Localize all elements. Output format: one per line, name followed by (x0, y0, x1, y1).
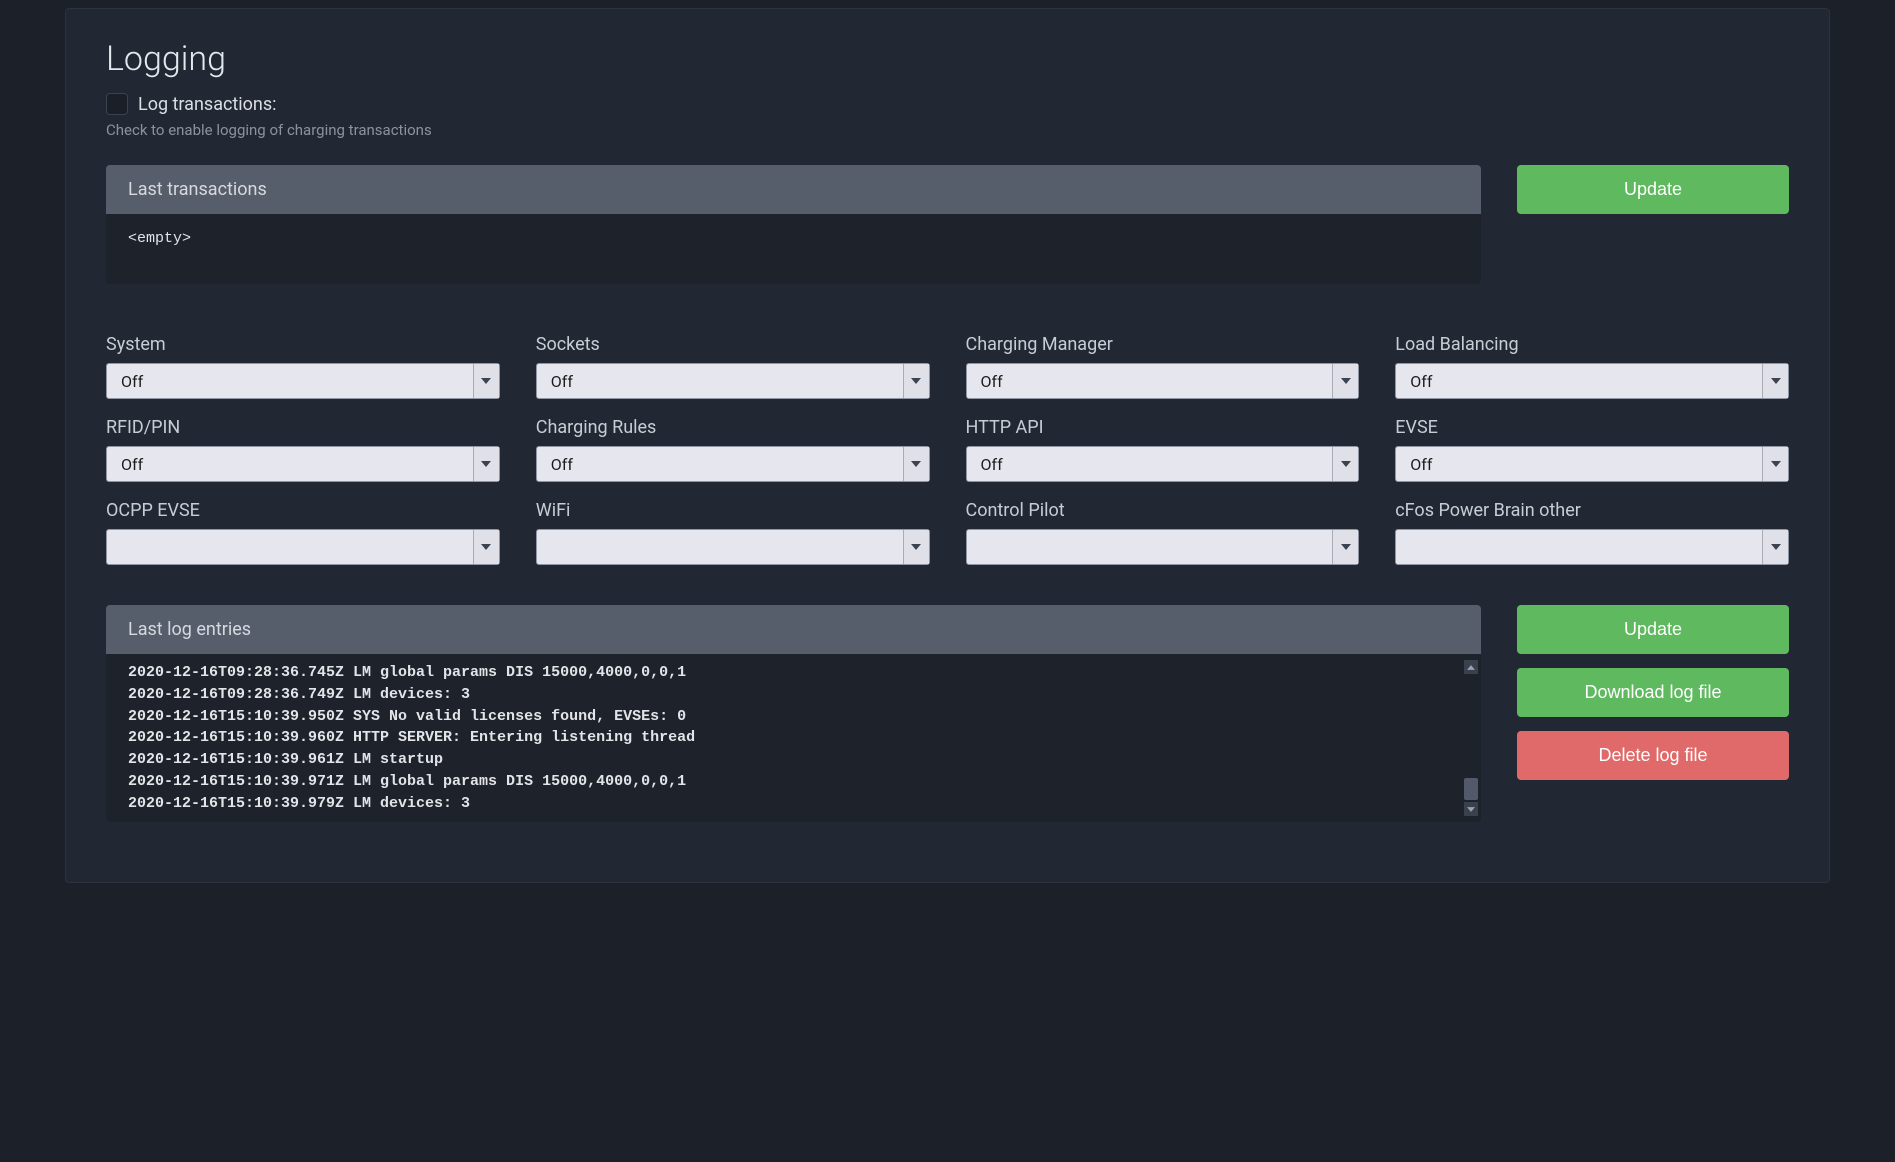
last-log-entries-header: Last log entries (106, 605, 1481, 654)
last-transactions-body: <empty> (106, 214, 1481, 284)
chevron-down-icon (903, 530, 929, 564)
log-transactions-label: Log transactions: (138, 94, 277, 115)
chevron-down-icon (1762, 447, 1788, 481)
logging-panel: Logging Log transactions: Check to enabl… (65, 8, 1830, 883)
select-label: EVSE (1395, 417, 1789, 438)
chevron-down-icon (1762, 364, 1788, 398)
select-dropdown[interactable]: Off (966, 363, 1360, 399)
select-dropdown[interactable] (536, 529, 930, 565)
select-value: Off (967, 372, 1333, 391)
chevron-down-icon (903, 447, 929, 481)
select-label: System (106, 334, 500, 355)
select-block: Sockets Off (536, 334, 930, 399)
chevron-down-icon (473, 364, 499, 398)
log-scrollbar[interactable] (1464, 660, 1478, 816)
select-label: Sockets (536, 334, 930, 355)
last-transactions-card: Last transactions <empty> (106, 165, 1481, 284)
select-label: Load Balancing (1395, 334, 1789, 355)
select-dropdown[interactable]: Off (966, 446, 1360, 482)
select-block: Control Pilot (966, 500, 1360, 565)
select-block: OCPP EVSE (106, 500, 500, 565)
select-dropdown[interactable]: Off (536, 363, 930, 399)
select-dropdown[interactable] (1395, 529, 1789, 565)
select-label: cFos Power Brain other (1395, 500, 1789, 521)
select-dropdown[interactable]: Off (1395, 363, 1789, 399)
log-level-selects-grid: SystemOffSocketsOffCharging ManagerOffLo… (106, 334, 1789, 565)
log-line: 2020-12-16T09:28:36.745Z LM global param… (128, 662, 1459, 684)
select-dropdown[interactable]: Off (106, 363, 500, 399)
chevron-down-icon (903, 364, 929, 398)
select-block: EVSE Off (1395, 417, 1789, 482)
scroll-down-arrow-icon[interactable] (1464, 802, 1478, 816)
select-label: Charging Manager (966, 334, 1360, 355)
scroll-up-arrow-icon[interactable] (1464, 660, 1478, 674)
select-block: System Off (106, 334, 500, 399)
delete-log-file-button[interactable]: Delete log file (1517, 731, 1789, 780)
log-line: 2020-12-16T15:10:39.950Z SYS No valid li… (128, 706, 1459, 728)
select-label: Charging Rules (536, 417, 930, 438)
last-transactions-header: Last transactions (106, 165, 1481, 214)
log-line: 2020-12-16T15:10:39.961Z LM startup (128, 749, 1459, 771)
log-line: 2020-12-16T15:10:39.979Z LM devices: 3 (128, 793, 1459, 815)
select-label: Control Pilot (966, 500, 1360, 521)
chevron-down-icon (1332, 364, 1358, 398)
log-line: 2020-12-16T15:10:39.971Z LM global param… (128, 771, 1459, 793)
select-dropdown[interactable]: Off (536, 446, 930, 482)
select-value: Off (1396, 372, 1762, 391)
chevron-down-icon (473, 447, 499, 481)
select-block: Charging Rules Off (536, 417, 930, 482)
select-value: Off (107, 455, 473, 474)
select-block: RFID/PIN Off (106, 417, 500, 482)
log-transactions-hint: Check to enable logging of charging tran… (106, 121, 1789, 139)
chevron-down-icon (1332, 447, 1358, 481)
select-dropdown[interactable]: Off (106, 446, 500, 482)
select-value: Off (537, 372, 903, 391)
select-value: Off (537, 455, 903, 474)
log-line: 2020-12-16T09:28:36.749Z LM devices: 3 (128, 684, 1459, 706)
chevron-down-icon (473, 530, 499, 564)
select-block: WiFi (536, 500, 930, 565)
page-title: Logging (106, 39, 1789, 79)
select-dropdown[interactable]: Off (1395, 446, 1789, 482)
log-transactions-row: Log transactions: (106, 93, 1789, 115)
select-value: Off (967, 455, 1333, 474)
chevron-down-icon (1762, 530, 1788, 564)
chevron-down-icon (1332, 530, 1358, 564)
log-transactions-checkbox[interactable] (106, 93, 128, 115)
select-block: cFos Power Brain other (1395, 500, 1789, 565)
select-block: Charging Manager Off (966, 334, 1360, 399)
update-transactions-button[interactable]: Update (1517, 165, 1789, 214)
download-log-file-button[interactable]: Download log file (1517, 668, 1789, 717)
select-value: Off (1396, 455, 1762, 474)
select-label: HTTP API (966, 417, 1360, 438)
update-log-button[interactable]: Update (1517, 605, 1789, 654)
select-dropdown[interactable] (106, 529, 500, 565)
last-log-entries-body: 2020-12-16T09:28:36.745Z LM global param… (106, 654, 1481, 822)
select-block: Load Balancing Off (1395, 334, 1789, 399)
select-value: Off (107, 372, 473, 391)
select-label: OCPP EVSE (106, 500, 500, 521)
select-block: HTTP API Off (966, 417, 1360, 482)
last-log-entries-card: Last log entries 2020-12-16T09:28:36.745… (106, 605, 1481, 822)
select-label: WiFi (536, 500, 930, 521)
log-line: 2020-12-16T15:10:39.960Z HTTP SERVER: En… (128, 727, 1459, 749)
scroll-thumb[interactable] (1464, 778, 1478, 800)
select-label: RFID/PIN (106, 417, 500, 438)
select-dropdown[interactable] (966, 529, 1360, 565)
